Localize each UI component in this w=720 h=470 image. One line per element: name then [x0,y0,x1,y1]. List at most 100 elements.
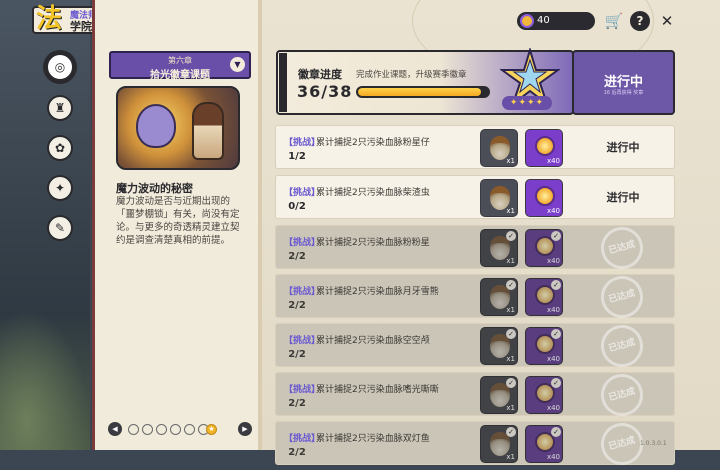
task-text: 累计捕捉2只污染血脉柴渣虫 [316,188,430,198]
task-tag: 【挑战】 [284,434,321,444]
sprite-illustration [136,104,176,148]
reward-gem[interactable]: ✓ x40 [525,425,563,463]
close-icon[interactable]: ✕ [657,11,677,31]
completed-stamp: 已达成 [596,222,648,274]
help-icon[interactable]: ? [630,11,650,31]
prev-page-icon[interactable]: ◀ [108,422,122,436]
task-row[interactable]: 【挑战】 累计捕捉2只污染血脉柴渣虫 0/2 x1 x40 进行中 [275,175,675,219]
task-tag: 【挑战】 [284,138,321,148]
completed-stamp: 已达成 [596,369,648,421]
check-icon: ✓ [506,231,516,241]
reward-quantity: x40 [546,453,560,461]
story-text: 魔力波动是否与近期出现的「噩梦棚锁」有关，尚没有定论。与更多的奇透精灵建立契约是… [116,196,240,246]
task-progress: 0/2 [288,201,306,212]
badge-stars: ✦✦✦✦ [502,96,552,110]
next-page-icon[interactable]: ▶ [238,422,252,436]
task-tag: 【挑战】 [284,287,321,297]
page-dot[interactable] [170,424,181,435]
version-label: 1.0.3.0.1 [640,440,667,447]
handbook-logo-icon: 法 [36,4,63,34]
badge-title: 徽章进度 [298,68,342,81]
reward-acorn[interactable]: ✓ x1 [480,278,518,316]
reward-quantity: x40 [546,157,560,165]
reward-quantity: x40 [546,306,560,314]
task-progress: 2/2 [288,447,306,458]
task-progress: 2/2 [288,349,306,360]
badge-progress-fill [358,88,482,96]
chapter-number: 第六章 [168,56,192,65]
check-icon: ✓ [551,329,561,339]
character-illustration [192,102,224,160]
reward-quantity: x40 [546,404,560,412]
task-text: 累计捕捉2只污染血脉嗜光嘶嘶 [316,385,439,395]
reward-acorn[interactable]: x1 [480,129,518,167]
task-progress: 1/2 [288,151,306,162]
badge-count: 36/38 [297,82,353,101]
reward-acorn[interactable]: ✓ x1 [480,327,518,365]
page-dot[interactable] [128,424,139,435]
task-row[interactable]: 【挑战】 累计捕捉2只污染血脉粉粉星 2/2 ✓ x1 ✓ x40 已达成 [275,222,675,274]
task-tag: 【挑战】 [284,238,321,248]
task-text: 累计捕捉2只污染血脉粉星仔 [316,138,430,148]
chapter-title: 拾光徽章课题 [150,70,210,81]
check-icon: ✓ [506,280,516,290]
chevron-down-icon[interactable]: ▼ [230,57,245,72]
task-tag: 【挑战】 [284,188,321,198]
badge-progress-bar [356,86,490,98]
task-text: 累计捕捉2只污染血脉月牙雪熊 [316,287,439,297]
reward-gem[interactable]: x40 [525,129,563,167]
reward-quantity: x1 [506,404,515,412]
page-dot[interactable] [184,424,195,435]
reward-gem[interactable]: x40 [525,179,563,217]
reward-gem[interactable]: ✓ x40 [525,376,563,414]
check-icon: ✓ [551,231,561,241]
check-icon: ✓ [506,427,516,437]
check-icon: ✓ [506,329,516,339]
task-row[interactable]: 【挑战】 累计捕捉2只污染血脉月牙雪熊 2/2 ✓ x1 ✓ x40 已达成 [275,271,675,323]
task-tag: 【挑战】 [284,336,321,346]
badge-status-sub: 16 后再获得 奖章 [603,90,644,96]
task-text: 累计捕捉2只污染血脉双灯鱼 [316,434,430,444]
chapter-illustration [116,86,240,170]
check-icon: ✓ [551,378,561,388]
sidebar-sparkle-icon[interactable]: ✦ [47,175,73,201]
task-row[interactable]: 【挑战】 累计捕捉2只污染血脉双灯鱼 2/2 ✓ x1 ✓ x40 已达成 [275,418,675,470]
task-text: 累计捕捉2只污染血脉空空颅 [316,336,430,346]
task-row[interactable]: 【挑战】 累计捕捉2只污染血脉空空颅 2/2 ✓ x1 ✓ x40 已达成 [275,320,675,372]
reward-quantity: x1 [506,257,515,265]
task-progress: 2/2 [288,398,306,409]
reward-quantity: x40 [546,257,560,265]
task-row[interactable]: 【挑战】 累计捕捉2只污染血脉嗜光嘶嘶 2/2 ✓ x1 ✓ x40 已达成 [275,369,675,421]
reward-gem[interactable]: ✓ x40 [525,229,563,267]
reward-acorn[interactable]: ✓ x1 [480,425,518,463]
gem-icon [535,136,555,156]
task-text: 累计捕捉2只污染血脉粉粉星 [316,238,430,248]
page-dot[interactable] [156,424,167,435]
sidebar-flower-icon[interactable]: ✿ [47,135,73,161]
reward-quantity: x1 [506,306,515,314]
badge-description: 完成作业课题，升级赛季徽章 [356,70,467,80]
page-dot[interactable] [142,424,153,435]
task-status: 进行中 [606,141,640,154]
check-icon: ✓ [506,378,516,388]
task-tag: 【挑战】 [284,385,321,395]
task-progress: 2/2 [288,251,306,262]
reward-acorn[interactable]: ✓ x1 [480,376,518,414]
reward-gem[interactable]: ✓ x40 [525,327,563,365]
shop-cart-icon[interactable]: 🛒 [604,11,624,31]
reward-acorn[interactable]: x1 [480,179,518,217]
reward-acorn[interactable]: ✓ x1 [480,229,518,267]
reward-quantity: x40 [546,355,560,363]
completed-stamp: 已达成 [596,320,648,372]
current-page-star-icon[interactable]: ★ [206,424,217,435]
background-scene-left [0,0,90,450]
sidebar-pen-icon[interactable]: ✎ [47,215,73,241]
reward-gem[interactable]: ✓ x40 [525,278,563,316]
reward-quantity: x1 [506,157,515,165]
reward-quantity: x1 [506,355,515,363]
task-row[interactable]: 【挑战】 累计捕捉2只污染血脉粉星仔 1/2 x1 x40 进行中 [275,125,675,169]
chapter-pager: ◀ ★ ▶ [108,422,253,438]
sidebar-compass-icon[interactable]: ◎ [46,53,74,81]
sidebar-crest-icon[interactable]: ♜ [47,95,73,121]
check-icon: ✓ [551,427,561,437]
